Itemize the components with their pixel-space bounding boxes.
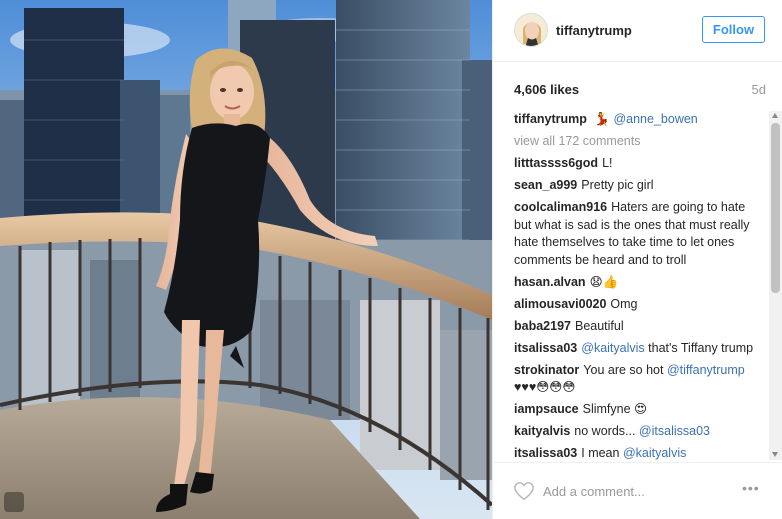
comment-text: L! (602, 156, 613, 170)
comment-item: itsalissa03 I mean @kaityalvis (514, 445, 766, 460)
comment-text: Beautiful (574, 318, 624, 333)
scroll-up-arrow-icon[interactable] (772, 113, 778, 118)
post-photo-image (0, 0, 492, 519)
comment-item: alimousavi0020 Omg (514, 296, 766, 314)
comment-text: You are so hot (583, 362, 664, 377)
post-details-panel: tiffanytrump Follow 4,606 likes 5d tiffa… (492, 0, 782, 519)
comment-mention[interactable]: @tiffanytrump (667, 363, 745, 377)
comment-mention[interactable]: @itsalissa03 (639, 424, 710, 438)
comment-username[interactable]: strokinator (514, 363, 579, 377)
comment-item: litttassss6god L! (514, 155, 766, 173)
view-all-comments-link[interactable]: view all 172 comments (514, 133, 766, 150)
comment-item: strokinator You are so hot @tiffanytrump … (514, 362, 766, 397)
comment-text: I mean (581, 446, 620, 460)
post-age[interactable]: 5d (752, 82, 766, 97)
comment-text-emoji: ♥♥♥😳😳😳 (514, 380, 576, 394)
comment-username[interactable]: coolcaliman916 (514, 200, 607, 214)
comment-username[interactable]: litttassss6god (514, 156, 598, 170)
comment-username[interactable]: hasan.alvan (514, 275, 586, 289)
comment-username[interactable]: itsalissa03 (514, 341, 577, 355)
caption: tiffanytrump 💃 @anne_bowen (514, 111, 766, 129)
heart-icon[interactable] (513, 481, 535, 501)
comment-item: kaityalvis no words... @itsalissa03 (514, 423, 766, 441)
comment-text: no words... (574, 424, 636, 438)
avatar-icon[interactable] (514, 13, 548, 47)
comment-item: iampsauce Slimfyne 😍 (514, 401, 766, 419)
comment-item: itsalissa03 @kaityalvis that's Tiffany tr… (514, 340, 766, 358)
comment-text: Omg (610, 296, 638, 311)
comments-scrollbar-thumb[interactable] (771, 123, 780, 293)
post-footer: ••• (493, 462, 782, 519)
comment-username[interactable]: iampsauce (514, 402, 579, 416)
follow-button[interactable]: Follow (702, 16, 765, 43)
comment-text: Slimfyne 😍 (582, 402, 648, 416)
caption-emoji: 💃 (594, 112, 610, 126)
comment-item: sean_a999 Pretty pic girl (514, 177, 766, 195)
comment-item: hasan.alvan 😧👍 (514, 274, 766, 292)
post-photo[interactable] (0, 0, 492, 519)
post-author-username[interactable]: tiffanytrump (556, 23, 632, 38)
comments-list[interactable]: tiffanytrump 💃 @anne_bowen view all 172 … (514, 111, 766, 460)
likes-count[interactable]: 4,606 likes (514, 82, 579, 97)
comment-item: baba2197 Beautiful (514, 318, 766, 336)
comment-text: 😧👍 (589, 274, 619, 289)
comment-item: coolcaliman916 Haters are going to hate b… (514, 199, 766, 269)
comment-username[interactable]: alimousavi0020 (514, 297, 606, 311)
comment-mention[interactable]: @kaityalvis (581, 341, 644, 355)
post-header: tiffanytrump Follow (493, 0, 782, 62)
more-options-icon[interactable]: ••• (742, 480, 760, 496)
caption-mention[interactable]: @anne_bowen (613, 112, 697, 126)
comment-username[interactable]: sean_a999 (514, 178, 577, 192)
scroll-down-arrow-icon[interactable] (772, 452, 778, 457)
comment-username[interactable]: baba2197 (514, 319, 571, 333)
comment-username[interactable]: kaityalvis (514, 424, 570, 438)
comment-username[interactable]: itsalissa03 (514, 446, 577, 460)
post-stats: 4,606 likes 5d (514, 82, 766, 98)
comment-mention[interactable]: @kaityalvis (623, 446, 686, 460)
add-comment-input[interactable] (543, 483, 723, 499)
caption-username[interactable]: tiffanytrump (514, 112, 587, 126)
comment-text: that's Tiffany trump (648, 340, 754, 355)
comment-text: Pretty pic girl (581, 178, 654, 192)
